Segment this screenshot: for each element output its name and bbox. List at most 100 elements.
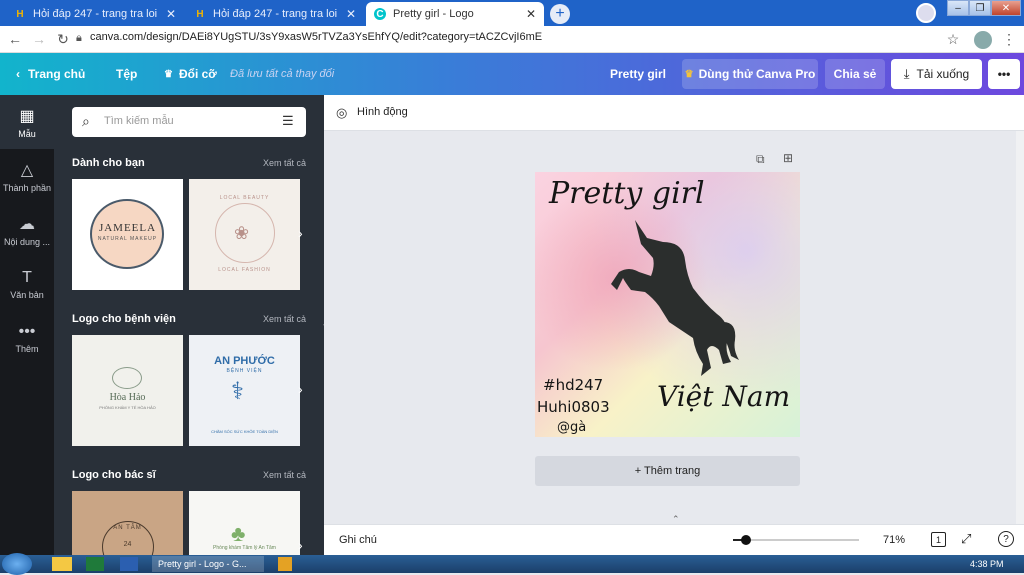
search-placeholder: Tìm kiếm mẫu [104,115,174,127]
profile-icon[interactable] [974,31,992,49]
design-tag-1[interactable]: #hd247 [543,376,603,394]
browser-tab-hoidap-1[interactable]: H Hỏi đáp 247 - trang tra loi ✕ [6,2,184,26]
thumb-text: 24 [123,541,132,548]
profile-avatar[interactable] [916,3,936,23]
vertical-scrollbar[interactable] [1016,131,1024,524]
template-jameela[interactable]: JAMEELA NATURAL MAKEUP [72,179,183,290]
download-label: Tải xuống [916,67,970,81]
design-tag-3[interactable]: @gà [557,420,586,435]
home-button[interactable]: ‹ Trang chủ [16,53,85,95]
notes-button[interactable]: Ghi chú [339,534,377,546]
animate-button[interactable]: Hình động [357,106,408,118]
left-rail: ▦ Mẫu △ Thành phần ☁ Nội dung ... T Văn … [0,95,54,555]
text-icon: T [22,268,32,286]
upload-cloud-icon: ☁ [19,215,35,233]
layout-icon: ▦ [19,107,35,125]
share-button[interactable]: Chia sẻ [825,59,885,89]
address-bar: ← → ↻ 🔒︎ canva.com/design/DAEi8YUgSTU/3s… [0,26,1024,53]
thumb-text: Hòa Hảo [109,392,146,403]
media-player-icon[interactable] [278,557,292,571]
design-country-text[interactable]: Việt Nam [657,380,790,413]
more-dots-icon: ••• [18,322,36,340]
add-page-button[interactable]: + Thêm trang [535,456,800,486]
help-button[interactable]: ? [998,531,1014,547]
rail-label: Thành phần [2,182,52,193]
duplicate-page-icon[interactable]: ⧉ [756,152,765,167]
minimize-window-button[interactable]: – [947,0,969,16]
template-phong-kham[interactable]: ♣ Phòng khám Tâm lý An Tâm [189,491,300,555]
windows-taskbar: Pretty girl - Logo - G... 4:38 PM [0,553,1024,575]
taskbar-chrome-window[interactable]: Pretty girl - Logo - G... [152,556,264,572]
thumb-text: LOCAL FASHION [218,267,271,273]
close-tab-icon[interactable]: ✕ [526,7,536,21]
thumb-text: AN TÂM [113,525,142,531]
next-arrow-icon[interactable]: › [298,381,310,397]
clock-time[interactable]: 4:38 PM [970,556,1004,572]
rail-item-more[interactable]: ••• Thêm [0,311,54,365]
next-arrow-icon[interactable]: › [298,225,310,241]
page-count-button[interactable]: 1 [931,532,946,547]
template-hoa-hao[interactable]: Hòa Hảo PHÒNG KHÁM Y TẾ HÒA HẢO [72,335,183,446]
design-title-text[interactable]: Pretty girl [549,176,705,211]
browser-menu-icon[interactable]: ⋮ [1000,30,1018,48]
zoom-slider-track[interactable] [733,535,859,545]
editor-footer: Ghi chú 71% 1 ⤢ ? [324,524,1024,555]
browser-tab-hoidap-2[interactable]: H Hỏi đáp 247 - trang tra loi ✕ [186,2,364,26]
template-search-field[interactable]: ⌕ Tìm kiếm mẫu ☰ [72,107,306,137]
close-tab-icon[interactable]: ✕ [346,7,356,21]
close-window-button[interactable]: ✕ [991,0,1021,16]
reload-icon[interactable]: ↻ [54,30,72,48]
zoom-slider-handle[interactable] [740,535,751,545]
bookmark-star-icon[interactable]: ☆ [944,30,962,48]
rose-icon: ❀ [234,223,250,243]
try-pro-button[interactable]: ♛ Dùng thử Canva Pro [682,59,818,89]
browser-tab-canva[interactable]: C Pretty girl - Logo ✕ [366,2,544,26]
thumb-text: CHĂM SÓC SỨC KHỎE TOÀN DIỆN [211,429,278,434]
maximize-window-button[interactable]: ❐ [969,0,991,16]
rail-label: Mẫu [18,128,36,139]
filter-sliders-icon[interactable]: ☰ [282,113,294,129]
more-options-button[interactable]: ••• [988,59,1020,89]
tree-icon: ♣ [231,521,246,546]
hoidap-favicon-icon: H [196,8,204,20]
fullscreen-icon[interactable]: ⤢ [961,531,971,547]
explorer-icon[interactable] [52,557,72,571]
excel-icon[interactable] [86,557,104,571]
rail-item-text[interactable]: T Văn bản [0,257,54,311]
forward-arrow-icon[interactable]: → [30,30,48,48]
rail-item-uploads[interactable]: ☁ Nội dung ... [0,203,54,257]
resize-button[interactable]: ♛ Đổi cỡ [164,53,217,95]
hoidap-favicon-icon: H [16,8,24,20]
file-menu-button[interactable]: Tệp [116,53,137,95]
resize-label: Đổi cỡ [178,67,217,81]
shapes-icon: △ [20,161,34,179]
word-icon[interactable] [120,557,138,571]
crown-icon: ♛ [684,68,694,80]
design-title[interactable]: Pretty girl [610,53,666,95]
back-arrow-icon[interactable]: ← [6,30,24,48]
new-tab-button[interactable]: + [550,4,570,24]
section-header-hospital-logos: Logo cho bệnh viện Xem tất cả [72,313,306,325]
see-all-link[interactable]: Xem tất cả [263,314,306,324]
template-local-beauty[interactable]: LOCAL BEAUTY ❀ LOCAL FASHION [189,179,300,290]
thumb-text: BỆNH VIỆN [226,368,263,374]
template-an-phuoc[interactable]: AN PHƯỚC BỆNH VIỆN ⚕ CHĂM SÓC SỨC KHỎE T… [189,335,300,446]
design-tag-2[interactable]: Huhi0803 [537,398,610,416]
rail-label: Nội dung ... [3,236,51,247]
url-field[interactable]: canva.com/design/DAEi8YUgSTU/3sY9xasW5rT… [90,31,542,43]
rail-item-elements[interactable]: △ Thành phần [0,149,54,203]
start-button-icon[interactable] [2,553,32,575]
add-page-icon[interactable]: ⊞ [783,151,793,165]
download-button[interactable]: ⤓ Tải xuống [891,59,982,89]
templates-panel: ⌕ Tìm kiếm mẫu ☰ Dành cho bạn Xem tất cả… [54,95,324,555]
design-canvas[interactable]: Pretty girl #hd247 Huhi0803 @gà Việt Nam [535,172,800,437]
rail-item-templates[interactable]: ▦ Mẫu [0,95,54,149]
section-title: Logo cho bệnh viện [72,313,176,325]
see-all-link[interactable]: Xem tất cả [263,470,306,480]
template-an-tam[interactable]: AN TÂM 24 [72,491,183,555]
see-all-link[interactable]: Xem tất cả [263,158,306,168]
close-tab-icon[interactable]: ✕ [166,7,176,21]
next-arrow-icon[interactable]: › [298,537,310,553]
thumb-text: Phòng khám Tâm lý An Tâm [213,545,276,551]
zoom-level[interactable]: 71% [883,534,905,546]
